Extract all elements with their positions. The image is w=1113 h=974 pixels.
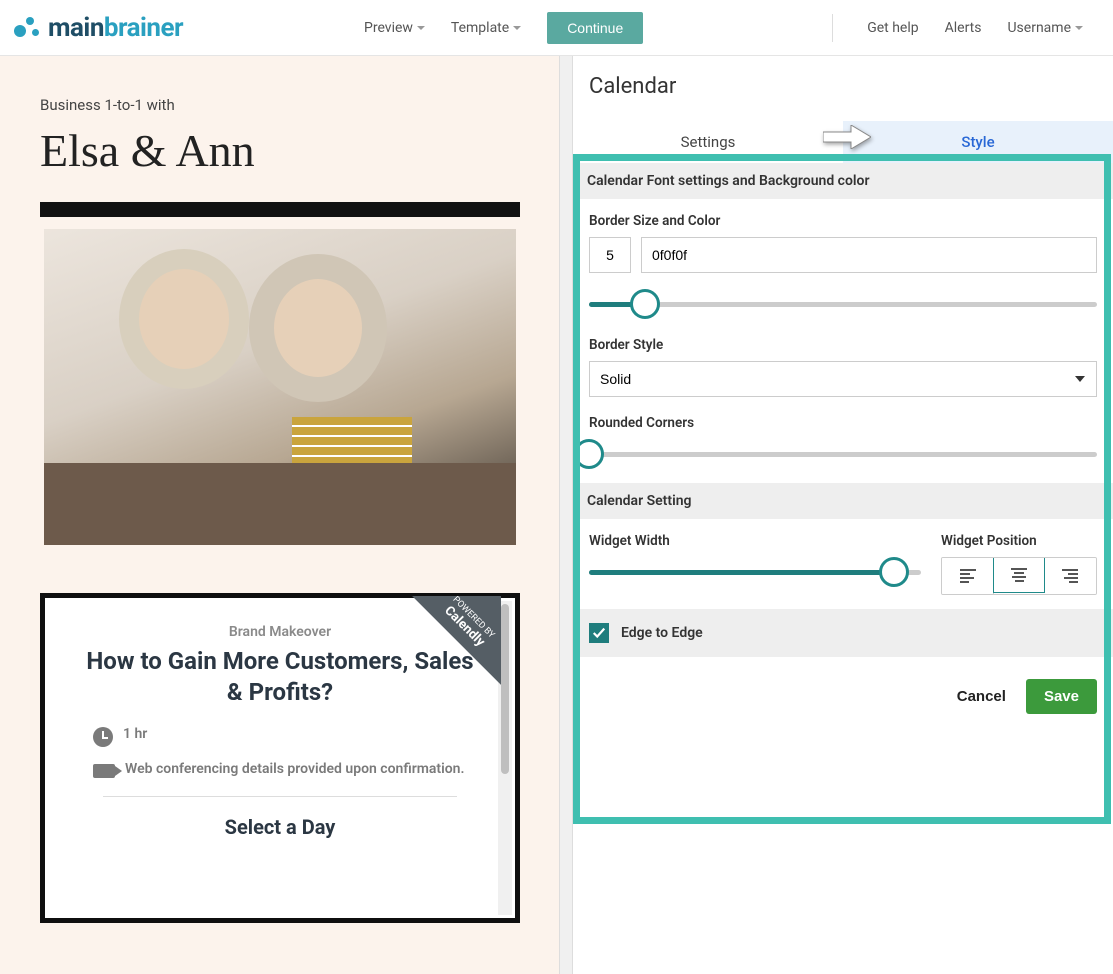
border-size-color-label: Border Size and Color	[589, 213, 1097, 229]
chevron-down-icon	[513, 26, 521, 30]
arrow-callout-icon	[823, 125, 871, 149]
align-right-button[interactable]	[1044, 558, 1096, 594]
nav-preview[interactable]: Preview	[364, 20, 425, 36]
nav-alerts[interactable]: Alerts	[945, 20, 982, 36]
divider	[103, 796, 457, 797]
border-style-label: Border Style	[589, 337, 1097, 353]
hero-overline: Business 1-to-1 with	[40, 96, 519, 114]
border-color-input[interactable]	[641, 237, 1097, 273]
rounded-corners-label: Rounded Corners	[589, 415, 1097, 431]
tab-settings[interactable]: Settings	[573, 121, 843, 163]
hero-divider	[40, 202, 520, 217]
tab-style[interactable]: Style	[843, 121, 1113, 163]
scrollbar[interactable]	[498, 601, 512, 915]
align-center-icon	[1011, 568, 1027, 582]
align-center-button[interactable]	[993, 557, 1045, 593]
slider-thumb[interactable]	[574, 439, 604, 469]
logo-icon	[12, 13, 42, 43]
panel-title: Calendar	[573, 56, 1113, 121]
calendly-widget[interactable]: POWERED BY Calendly Brand Makeover How t…	[40, 593, 520, 923]
rounded-corners-slider[interactable]	[589, 439, 1097, 469]
brand-logo[interactable]: mainbrainer	[10, 13, 183, 43]
widget-position-group	[941, 557, 1097, 595]
widget-width-slider[interactable]	[589, 557, 921, 587]
border-style-select[interactable]: Solid	[589, 361, 1097, 397]
clock-icon	[93, 727, 113, 747]
nav-template[interactable]: Template	[451, 20, 521, 36]
save-button[interactable]: Save	[1026, 679, 1097, 714]
logo-text-accent: brainer	[104, 13, 183, 43]
align-left-icon	[960, 569, 976, 583]
pane-resizer[interactable]	[559, 56, 573, 974]
slider-thumb[interactable]	[630, 289, 660, 319]
edge-to-edge-checkbox[interactable]	[589, 623, 609, 643]
event-duration: 1 hr	[123, 726, 481, 742]
continue-button[interactable]: Continue	[547, 12, 643, 44]
check-icon	[592, 626, 606, 640]
widget-position-label: Widget Position	[941, 533, 1097, 549]
divider	[832, 14, 833, 42]
cancel-button[interactable]: Cancel	[957, 688, 1006, 705]
edge-to-edge-row: Edge to Edge	[573, 609, 1113, 657]
section-font-settings: Calendar Font settings and Background co…	[573, 163, 1113, 199]
select-day-heading: Select a Day	[79, 815, 481, 839]
slider-thumb[interactable]	[879, 557, 909, 587]
align-right-icon	[1062, 569, 1078, 583]
event-category: Brand Makeover	[79, 624, 481, 640]
hero-title: Elsa & Ann	[40, 124, 519, 177]
preview-canvas: Business 1-to-1 with Elsa & Ann POWERED …	[0, 56, 559, 974]
properties-panel: Calendar Settings Style Calendar Font se…	[573, 56, 1113, 974]
section-calendar-setting: Calendar Setting	[573, 483, 1113, 519]
event-title: How to Gain More Customers, Sales & Prof…	[79, 646, 481, 708]
video-icon	[93, 764, 115, 778]
widget-width-label: Widget Width	[589, 533, 921, 549]
scrollbar-thumb[interactable]	[501, 604, 509, 774]
nav-username[interactable]: Username	[1007, 20, 1083, 36]
event-location: Web conferencing details provided upon c…	[125, 761, 481, 777]
panel-tabs: Settings Style	[573, 121, 1113, 163]
top-nav: mainbrainer Preview Template Continue Ge…	[0, 0, 1113, 56]
hero-image	[44, 229, 516, 545]
align-left-button[interactable]	[942, 558, 994, 594]
chevron-down-icon	[417, 26, 425, 30]
border-size-input[interactable]	[589, 237, 631, 273]
chevron-down-icon	[1075, 26, 1083, 30]
edge-to-edge-label: Edge to Edge	[621, 625, 703, 641]
nav-gethelp[interactable]: Get help	[867, 20, 918, 36]
border-size-slider[interactable]	[589, 289, 1097, 319]
logo-text-main: main	[48, 13, 104, 43]
